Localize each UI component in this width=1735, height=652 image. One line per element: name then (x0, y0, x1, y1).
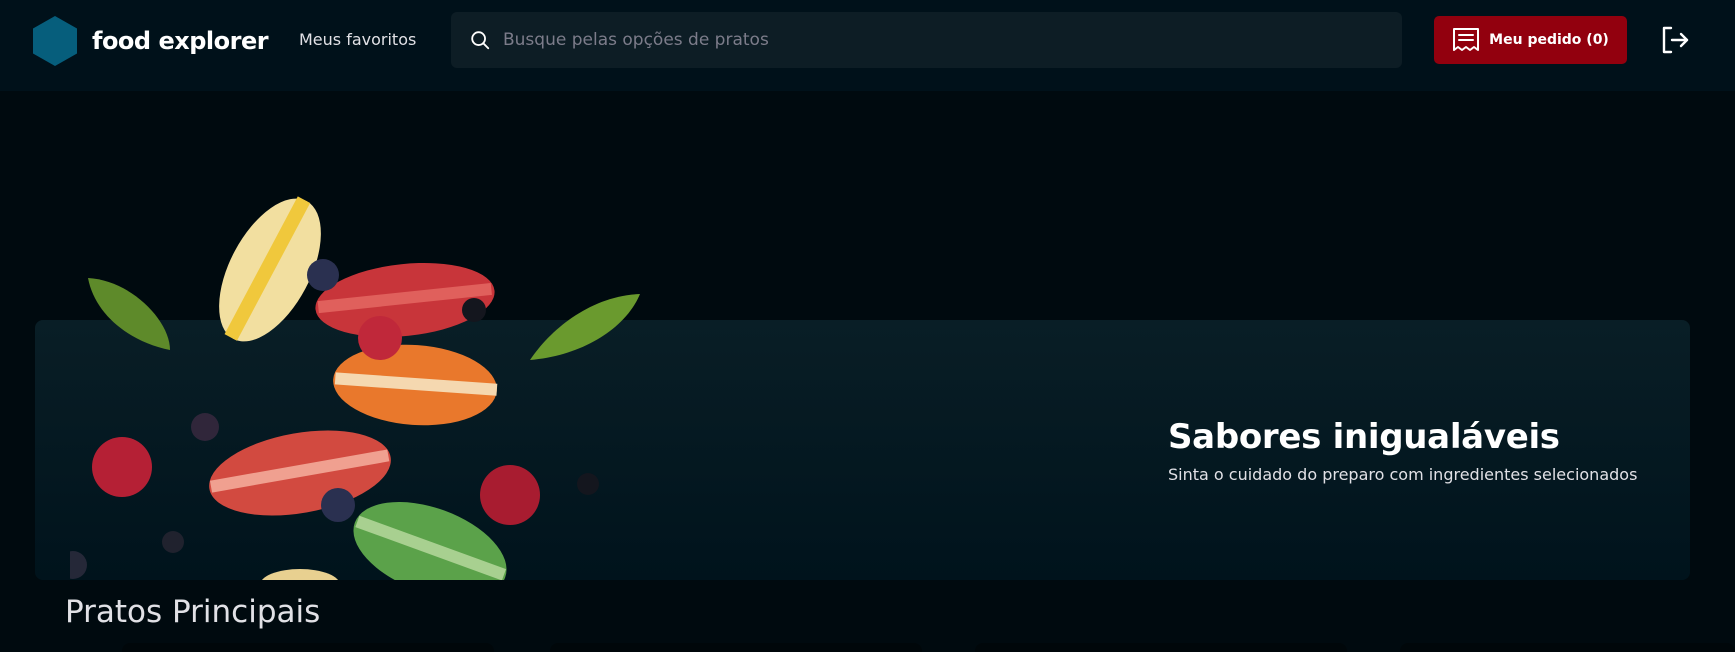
logo-text: food explorer (92, 27, 269, 55)
hexagon-logo-icon (33, 16, 77, 66)
search-icon (471, 31, 490, 50)
macarons-illustration (70, 196, 640, 580)
logo[interactable]: food explorer (33, 16, 269, 66)
dish-card[interactable] (122, 643, 494, 652)
favorites-link[interactable]: Meus favoritos (299, 30, 416, 49)
banner-subtitle: Sinta o cuidado do preparo com ingredien… (1168, 465, 1638, 484)
section-title: Pratos Principais (65, 594, 321, 630)
my-order-label: Meu pedido (0) (1489, 32, 1609, 48)
dish-card[interactable] (975, 643, 1347, 652)
search-bar[interactable] (451, 12, 1402, 68)
receipt-icon (1453, 28, 1480, 51)
sign-out-icon[interactable] (1659, 24, 1691, 56)
dish-card[interactable] (550, 643, 922, 652)
banner-title: Sabores inigualáveis (1168, 417, 1560, 457)
my-order-button[interactable]: Meu pedido (0) (1434, 16, 1627, 64)
search-input[interactable] (503, 30, 1383, 50)
dish-card[interactable] (1400, 643, 1735, 652)
top-header: food explorer Meus favoritos Meu pedido … (0, 0, 1735, 91)
